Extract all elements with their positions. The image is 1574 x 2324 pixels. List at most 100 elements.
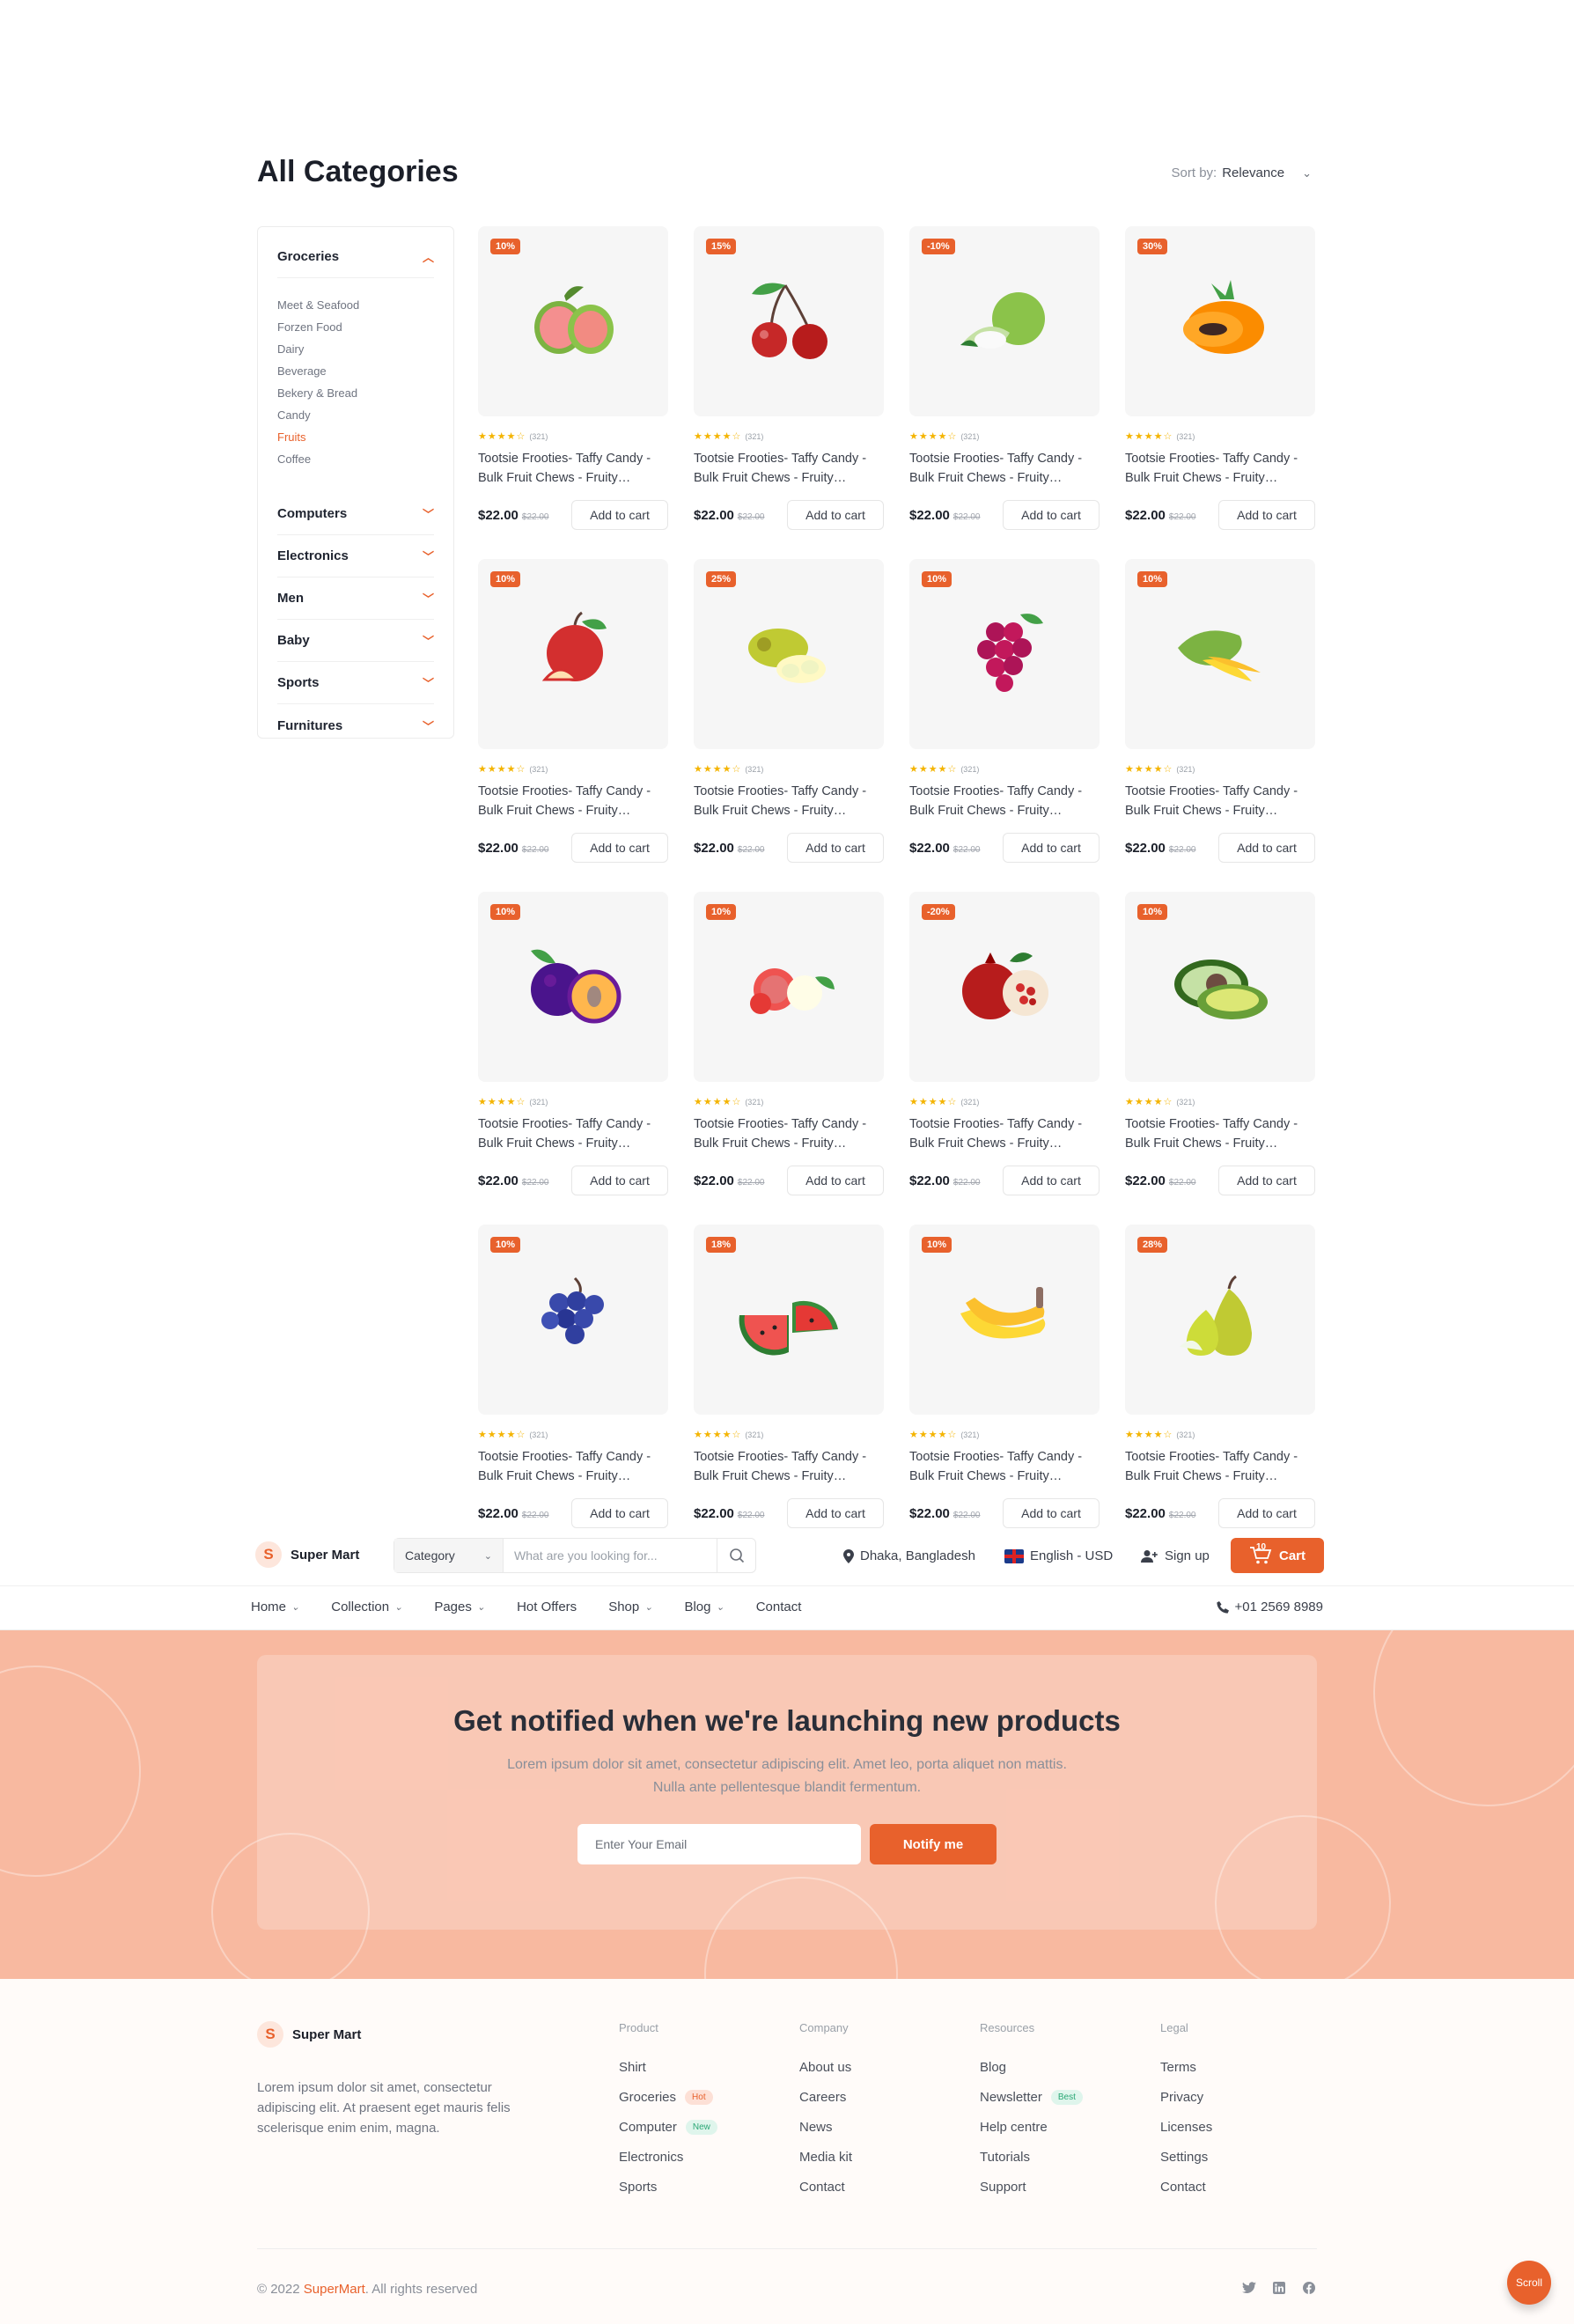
nav-item-collection[interactable]: Collection ⌄: [331, 1600, 402, 1614]
cart-button[interactable]: 10 Cart: [1231, 1538, 1324, 1573]
search-icon[interactable]: [717, 1539, 755, 1572]
product-image[interactable]: 10%: [478, 892, 668, 1082]
footer-link[interactable]: Contact: [799, 2172, 852, 2202]
copyright-brand-link[interactable]: SuperMart: [304, 2282, 365, 2297]
add-to-cart-button[interactable]: Add to cart: [1003, 1498, 1100, 1528]
subcategory-item[interactable]: Meet & Seafood: [277, 294, 434, 316]
footer-link[interactable]: Careers: [799, 2082, 852, 2112]
product-card[interactable]: 10% ★★★★☆ (321) Tootsie Frooties- Taffy …: [478, 892, 668, 1225]
footer-link[interactable]: Electronics: [619, 2142, 717, 2172]
subcategory-item[interactable]: Bekery & Bread: [277, 382, 434, 404]
add-to-cart-button[interactable]: Add to cart: [1003, 500, 1100, 530]
product-image[interactable]: 10%: [478, 1225, 668, 1415]
add-to-cart-button[interactable]: Add to cart: [1003, 833, 1100, 863]
site-logo[interactable]: S Super Mart: [255, 1541, 359, 1568]
product-image[interactable]: 10%: [1125, 559, 1315, 749]
product-name[interactable]: Tootsie Frooties- Taffy Candy - Bulk Fru…: [478, 782, 668, 820]
product-image[interactable]: 10%: [478, 559, 668, 749]
add-to-cart-button[interactable]: Add to cart: [571, 833, 668, 863]
product-image[interactable]: 15%: [694, 226, 884, 416]
footer-link[interactable]: Tutorials: [980, 2142, 1083, 2172]
add-to-cart-button[interactable]: Add to cart: [1218, 833, 1315, 863]
product-image[interactable]: 10%: [478, 226, 668, 416]
product-card[interactable]: -20% ★★★★☆ (321) Tootsie Frooties- Taffy…: [909, 892, 1100, 1225]
notify-button[interactable]: Notify me: [870, 1824, 997, 1864]
nav-item-blog[interactable]: Blog ⌄: [684, 1600, 724, 1614]
product-name[interactable]: Tootsie Frooties- Taffy Candy - Bulk Fru…: [909, 449, 1100, 488]
subcategory-item[interactable]: Dairy: [277, 338, 434, 360]
footer-link[interactable]: Groceries Hot: [619, 2082, 717, 2112]
product-image[interactable]: 25%: [694, 559, 884, 749]
footer-link[interactable]: News: [799, 2112, 852, 2142]
add-to-cart-button[interactable]: Add to cart: [1218, 1166, 1315, 1195]
product-name[interactable]: Tootsie Frooties- Taffy Candy - Bulk Fru…: [909, 782, 1100, 820]
product-name[interactable]: Tootsie Frooties- Taffy Candy - Bulk Fru…: [1125, 1447, 1315, 1486]
product-name[interactable]: Tootsie Frooties- Taffy Candy - Bulk Fru…: [1125, 1114, 1315, 1153]
linkedin-icon[interactable]: [1271, 2280, 1287, 2296]
footer-link[interactable]: Terms: [1160, 2052, 1212, 2082]
footer-link[interactable]: Help centre: [980, 2112, 1083, 2142]
footer-link[interactable]: Privacy: [1160, 2082, 1212, 2112]
footer-link[interactable]: Computer New: [619, 2112, 717, 2142]
footer-logo[interactable]: S Super Mart: [257, 2021, 361, 2048]
subcategory-item-active[interactable]: Fruits: [277, 426, 434, 448]
add-to-cart-button[interactable]: Add to cart: [787, 1498, 884, 1528]
add-to-cart-button[interactable]: Add to cart: [1218, 500, 1315, 530]
sidebar-category-furnitures[interactable]: Furnitures ﹀: [277, 704, 434, 746]
twitter-icon[interactable]: [1241, 2280, 1257, 2296]
footer-link[interactable]: Sports: [619, 2172, 717, 2202]
product-card[interactable]: 15% ★★★★☆ (321) Tootsie Frooties- Taffy …: [694, 226, 884, 559]
phone-contact[interactable]: +01 2569 8989: [1217, 1600, 1323, 1614]
footer-link[interactable]: Blog: [980, 2052, 1083, 2082]
product-name[interactable]: Tootsie Frooties- Taffy Candy - Bulk Fru…: [694, 1114, 884, 1153]
product-card[interactable]: 25% ★★★★☆ (321) Tootsie Frooties- Taffy …: [694, 559, 884, 892]
product-name[interactable]: Tootsie Frooties- Taffy Candy - Bulk Fru…: [478, 1447, 668, 1486]
sidebar-category-electronics[interactable]: Electronics ﹀: [277, 535, 434, 577]
add-to-cart-button[interactable]: Add to cart: [787, 833, 884, 863]
footer-link[interactable]: About us: [799, 2052, 852, 2082]
product-image[interactable]: -10%: [909, 226, 1100, 416]
sidebar-category-groceries[interactable]: Groceries ︿: [277, 248, 434, 278]
product-name[interactable]: Tootsie Frooties- Taffy Candy - Bulk Fru…: [478, 1114, 668, 1153]
product-image[interactable]: 28%: [1125, 1225, 1315, 1415]
product-image[interactable]: 10%: [909, 1225, 1100, 1415]
footer-link[interactable]: Shirt: [619, 2052, 717, 2082]
product-card[interactable]: -10% ★★★★☆ (321) Tootsie Frooties- Taffy…: [909, 226, 1100, 559]
product-name[interactable]: Tootsie Frooties- Taffy Candy - Bulk Fru…: [1125, 782, 1315, 820]
subcategory-item[interactable]: Beverage: [277, 360, 434, 382]
footer-link[interactable]: Settings: [1160, 2142, 1212, 2172]
category-select[interactable]: Category ⌄: [394, 1539, 504, 1572]
language-selector[interactable]: English - USD: [1004, 1548, 1113, 1563]
product-image[interactable]: 30%: [1125, 226, 1315, 416]
sidebar-category-men[interactable]: Men ﹀: [277, 577, 434, 620]
product-card[interactable]: 10% ★★★★☆ (321) Tootsie Frooties- Taffy …: [478, 1225, 668, 1529]
add-to-cart-button[interactable]: Add to cart: [571, 1166, 668, 1195]
product-card[interactable]: 28% ★★★★☆ (321) Tootsie Frooties- Taffy …: [1125, 1225, 1315, 1529]
search-input[interactable]: [504, 1548, 717, 1563]
add-to-cart-button[interactable]: Add to cart: [1003, 1166, 1100, 1195]
product-card[interactable]: 10% ★★★★☆ (321) Tootsie Frooties- Taffy …: [478, 226, 668, 559]
product-image[interactable]: 18%: [694, 1225, 884, 1415]
scroll-to-top-button[interactable]: Scroll: [1507, 2261, 1551, 2305]
product-name[interactable]: Tootsie Frooties- Taffy Candy - Bulk Fru…: [694, 782, 884, 820]
nav-item-home[interactable]: Home ⌄: [251, 1600, 299, 1614]
location-selector[interactable]: Dhaka, Bangladesh: [843, 1548, 975, 1563]
product-image[interactable]: 10%: [909, 559, 1100, 749]
product-card[interactable]: 30% ★★★★☆ (321) Tootsie Frooties- Taffy …: [1125, 226, 1315, 559]
product-card[interactable]: 10% ★★★★☆ (321) Tootsie Frooties- Taffy …: [909, 1225, 1100, 1529]
product-name[interactable]: Tootsie Frooties- Taffy Candy - Bulk Fru…: [478, 449, 668, 488]
footer-link[interactable]: Licenses: [1160, 2112, 1212, 2142]
product-image[interactable]: -20%: [909, 892, 1100, 1082]
product-name[interactable]: Tootsie Frooties- Taffy Candy - Bulk Fru…: [909, 1447, 1100, 1486]
product-card[interactable]: 10% ★★★★☆ (321) Tootsie Frooties- Taffy …: [694, 892, 884, 1225]
sort-dropdown[interactable]: Sort by: Relevance ⌄: [1172, 165, 1312, 180]
footer-link[interactable]: Contact: [1160, 2172, 1212, 2202]
add-to-cart-button[interactable]: Add to cart: [787, 1166, 884, 1195]
email-field[interactable]: [577, 1824, 861, 1864]
subcategory-item[interactable]: Forzen Food: [277, 316, 434, 338]
subcategory-item[interactable]: Candy: [277, 404, 434, 426]
product-image[interactable]: 10%: [1125, 892, 1315, 1082]
signup-link[interactable]: Sign up: [1141, 1548, 1210, 1563]
add-to-cart-button[interactable]: Add to cart: [787, 500, 884, 530]
footer-link[interactable]: Newsletter Best: [980, 2082, 1083, 2112]
